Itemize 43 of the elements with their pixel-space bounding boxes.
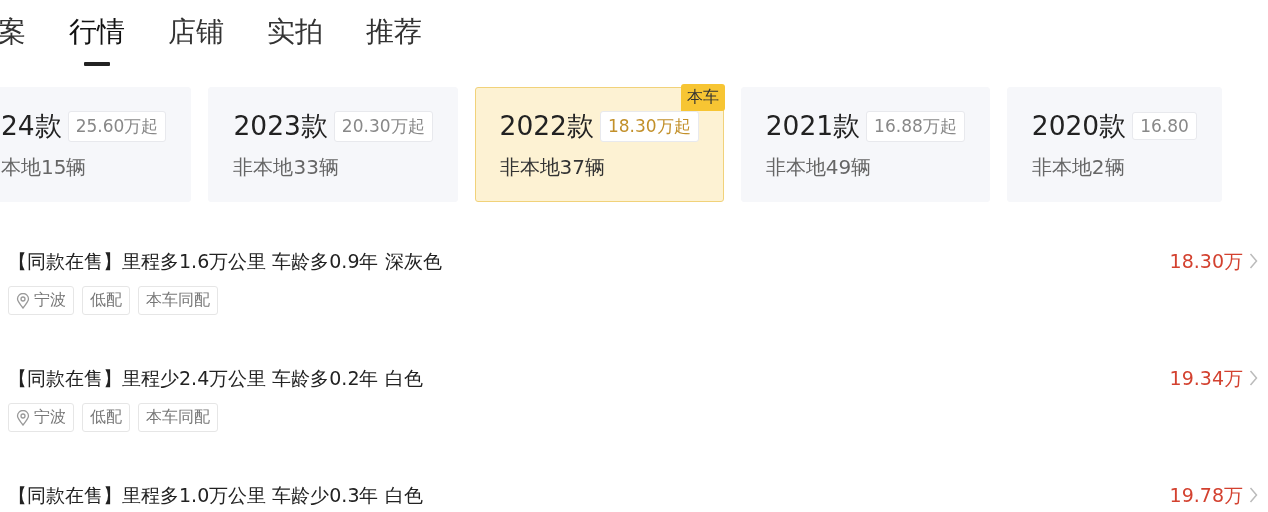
price-tag: 18.30万起: [600, 110, 699, 142]
listing-title[interactable]: 【同款在售】里程少2.4万公里 车龄多0.2年 白色: [8, 365, 423, 391]
tab[interactable]: 推荐: [366, 14, 422, 66]
stock-count: 本地15辆: [1, 154, 88, 181]
model-year: 2020款: [1031, 109, 1127, 143]
model-card[interactable]: 2020款 16.80 非本地2辆: [1006, 87, 1222, 202]
location-icon: [16, 292, 30, 309]
stock-count: 非本地37辆: [499, 154, 606, 181]
tag-label: 宁波: [34, 290, 66, 311]
model-year: 24款: [1, 109, 62, 143]
stock-count: 非本地2辆: [1031, 154, 1126, 181]
price-tag: 16.88万起: [866, 110, 965, 142]
model-card[interactable]: 2021款 16.88万起 非本地49辆: [740, 87, 990, 202]
current-car-badge: 本车: [680, 84, 725, 111]
model-year: 2023款: [233, 109, 328, 143]
stock-count: 非本地49辆: [765, 154, 873, 181]
tag-label: 本车同配: [146, 290, 210, 311]
listing-price: 18.30万: [1169, 249, 1243, 274]
listing-price: 19.34万: [1169, 366, 1243, 391]
price-tag: 20.30万起: [333, 110, 433, 142]
model-card[interactable]: 24款 25.60万起 本地15辆: [0, 87, 192, 202]
price-tag: 16.80: [1132, 112, 1197, 140]
listing-title[interactable]: 【同款在售】里程多1.0万公里 车龄少0.3年 白色: [8, 482, 423, 508]
tag-label: 低配: [90, 290, 122, 311]
chevron-right-icon[interactable]: [1249, 486, 1258, 504]
model-card[interactable]: 2023款 20.30万起 非本地33辆: [208, 87, 458, 202]
location-icon: [16, 409, 30, 426]
model-card[interactable]: 2022款 18.30万起 非本地37辆 本车: [474, 87, 724, 202]
tab[interactable]: 行情: [69, 14, 125, 66]
model-year: 2021款: [765, 109, 861, 143]
tag-label: 低配: [90, 407, 122, 428]
tab[interactable]: 实拍: [267, 14, 323, 66]
chevron-right-icon[interactable]: [1249, 369, 1258, 387]
tab[interactable]: 店铺: [168, 14, 224, 66]
tag-label: 本车同配: [146, 407, 210, 428]
model-year: 2022款: [499, 109, 594, 143]
stock-count: 非本地33辆: [233, 154, 340, 181]
tab-underline: [84, 62, 110, 66]
listing-price: 19.78万: [1169, 483, 1243, 508]
tag-label: 宁波: [34, 407, 66, 428]
price-tag: 25.60万起: [67, 110, 167, 142]
chevron-right-icon[interactable]: [1249, 252, 1258, 270]
listing-title[interactable]: 【同款在售】里程多1.6万公里 车龄多0.9年 深灰色: [8, 248, 442, 274]
